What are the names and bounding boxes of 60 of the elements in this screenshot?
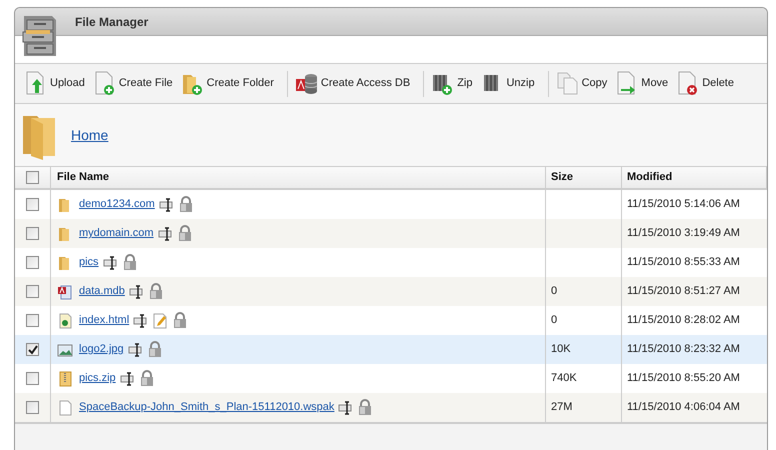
file-link[interactable]: SpaceBackup-John_Smith_s_Plan-15112010.wspak: [79, 399, 334, 416]
archive-icon: [57, 370, 73, 386]
file-link[interactable]: logo2.jpg: [79, 341, 124, 358]
new-file-icon: [92, 70, 117, 96]
checkbox[interactable]: [26, 171, 39, 184]
checkbox[interactable]: [26, 256, 39, 269]
checkbox[interactable]: [26, 227, 39, 240]
modified-cell-text: 11/15/2010 8:55:33 AM: [627, 255, 740, 270]
size-cell-text: 0: [551, 313, 558, 328]
toolbar-button[interactable]: Zip: [430, 70, 474, 96]
lock-icon[interactable]: [172, 312, 188, 329]
column-header[interactable]: File Name: [57, 169, 109, 186]
modified-cell-text: 11/15/2010 3:19:49 AM: [627, 226, 740, 242]
size-cell-text: 27M: [551, 400, 572, 416]
file-link[interactable]: pics: [79, 254, 99, 271]
file-icon: [57, 400, 73, 416]
toolbar-button[interactable]: Unzip: [479, 70, 536, 96]
checkbox[interactable]: [26, 314, 39, 327]
toolbar-button[interactable]: Create File: [92, 70, 174, 96]
window-title: File Manager: [75, 14, 148, 30]
toolbar-button[interactable]: Delete: [675, 70, 735, 96]
toolbar-button[interactable]: Upload: [23, 70, 86, 96]
checkbox[interactable]: [26, 372, 39, 385]
file-link[interactable]: mydomain.com: [79, 225, 154, 242]
toolbar-button[interactable]: Create Folder: [180, 70, 275, 96]
rename-icon[interactable]: [128, 284, 144, 300]
modified-cell-text: 11/15/2010 8:51:27 AM: [627, 284, 740, 300]
column-header[interactable]: Modified: [627, 169, 672, 186]
modified-cell-text: 11/15/2010 4:06:04 AM: [627, 400, 740, 416]
image-file-icon: [57, 342, 73, 358]
rename-icon[interactable]: [102, 254, 118, 270]
web-page-icon: [57, 312, 73, 328]
rename-icon[interactable]: [120, 370, 135, 386]
size-cell-text: 740K: [551, 371, 577, 386]
checkbox[interactable]: [26, 198, 39, 211]
checkbox[interactable]: [26, 285, 39, 298]
file-link[interactable]: demo1234.com: [79, 196, 155, 213]
modified-cell-text: 11/15/2010 8:23:32 AM: [627, 342, 740, 358]
column-header[interactable]: Size: [551, 169, 574, 186]
checkbox[interactable]: [26, 343, 39, 356]
checkbox[interactable]: [26, 401, 39, 414]
rename-icon[interactable]: [338, 400, 354, 416]
file-link[interactable]: index.html: [79, 312, 130, 329]
rename-icon[interactable]: [158, 196, 174, 212]
create-access-db-button[interactable]: Create Access DB: [294, 70, 412, 96]
file-link[interactable]: data.mdb: [79, 283, 125, 300]
home-link[interactable]: Home: [71, 124, 108, 146]
modified-cell-text: 11/15/2010 8:28:02 AM: [627, 313, 740, 328]
size-cell-text: 0: [551, 284, 558, 300]
modified-cell-text: 11/15/2010 5:14:06 AM: [627, 197, 740, 212]
database-file-icon: [57, 284, 73, 300]
size-cell-text: 10K: [551, 342, 571, 358]
copy-icon: [556, 70, 580, 96]
toolbar-button[interactable]: Move: [614, 70, 670, 96]
toolbar-button[interactable]: Copy: [554, 70, 608, 96]
rename-icon[interactable]: [133, 312, 148, 328]
rename-icon[interactable]: [158, 226, 173, 242]
rename-icon[interactable]: [128, 342, 143, 358]
modified-cell-text: 11/15/2010 8:55:20 AM: [627, 371, 740, 386]
file-link[interactable]: pics.zip: [79, 370, 116, 387]
